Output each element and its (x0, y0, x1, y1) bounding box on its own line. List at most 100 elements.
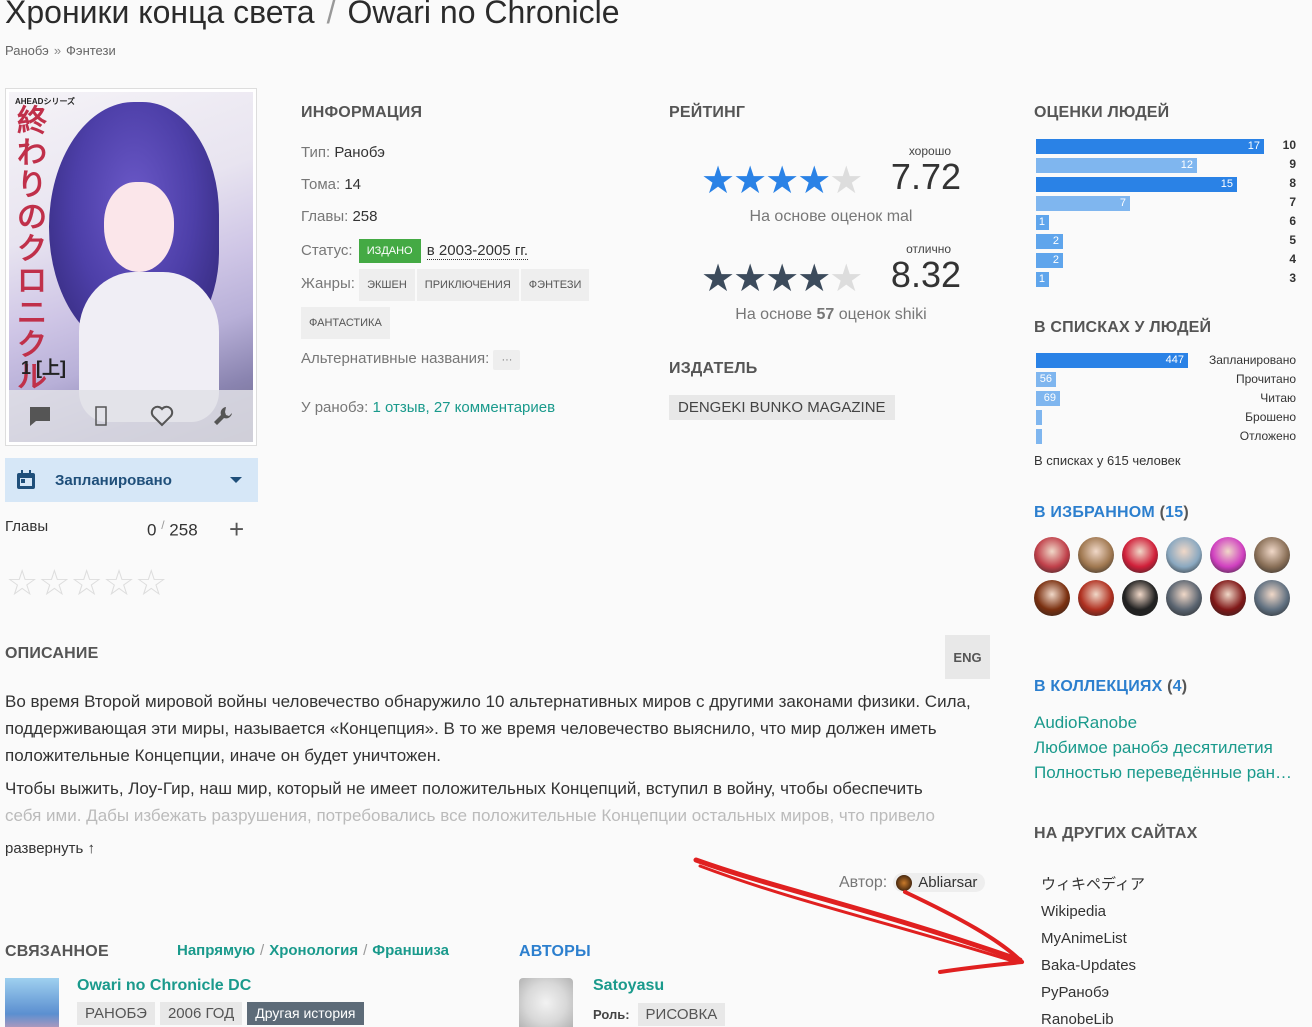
scores-chart: 17 10 12 9 15 8 7 7 1 6 2 5 2 4 1 3 (1034, 137, 1304, 289)
chevron-down-icon[interactable] (230, 477, 242, 483)
avatar[interactable] (1210, 537, 1246, 573)
shiki-score: 8.32 (890, 254, 961, 295)
chapters-progress: Главы 0 / 258 + (5, 514, 258, 544)
page-title: Хроники конца света / Owari no Chronicle (5, 0, 620, 31)
tab-franchise[interactable]: Франшиза (372, 942, 449, 959)
score-row: 24 (1034, 251, 1304, 270)
author-label: Автор: (839, 873, 888, 891)
list-label: Запланировано (1209, 353, 1296, 367)
status-label: Статус: (301, 242, 353, 259)
avatar[interactable] (1254, 580, 1290, 616)
site-link[interactable]: ウィキペディア (1034, 871, 1304, 898)
info-section: Информация Тип: Ранобэ Тома: 14 Главы: 2… (301, 104, 631, 418)
site-link[interactable]: Baka-Updates (1034, 952, 1304, 979)
tab-direct[interactable]: Напрямую (177, 942, 255, 959)
avatar[interactable] (1122, 580, 1158, 616)
list-row: 447 Запланировано (1034, 351, 1304, 370)
reviews-link[interactable]: 1 отзыв (372, 399, 425, 416)
avatar[interactable] (1166, 537, 1202, 573)
related-heading: Связанное (5, 943, 109, 960)
list-label: Читаю (1260, 391, 1296, 405)
avatar[interactable] (1078, 580, 1114, 616)
chapters-label: Главы (5, 518, 49, 535)
avatar[interactable] (1078, 537, 1114, 573)
alt-names-toggle[interactable]: ··· (493, 350, 521, 370)
collection-link[interactable]: Любимое ранобэ десятилетия (1034, 735, 1298, 760)
info-heading: Информация (301, 104, 423, 121)
favourites-avatars (1034, 537, 1304, 616)
related-relation-tag: Другая история (247, 1002, 364, 1025)
list-status-button[interactable]: Запланировано (5, 458, 258, 502)
scores-section: Оценки людей 17 10 12 9 15 8 7 7 1 6 2 5 2 4 1 3 (1034, 104, 1304, 289)
score-row: 15 8 (1034, 175, 1304, 194)
chapters-counter[interactable]: 0 / 258 (147, 518, 198, 541)
avatar[interactable] (1034, 537, 1070, 573)
score-bar: 1 (1036, 272, 1049, 287)
favourites-heading[interactable]: В избранном (15) (1034, 504, 1304, 522)
reviews-prefix: У ранобэ: (301, 399, 369, 416)
genre-tag[interactable]: приключения (416, 269, 519, 301)
avatar[interactable] (1122, 537, 1158, 573)
related-cover[interactable] (5, 978, 59, 1027)
score-row: 17 10 (1034, 137, 1304, 156)
genre-tag[interactable]: экшен (359, 269, 415, 301)
score-row: 77 (1034, 194, 1304, 213)
bookmark-icon[interactable] (87, 402, 115, 430)
breadcrumb-fantasy[interactable]: Фэнтези (66, 43, 116, 58)
volumes-value: 14 (344, 176, 362, 193)
wrench-icon[interactable] (209, 402, 237, 430)
list-row: Брошено (1034, 408, 1304, 427)
mal-rating: ★★★★★ хорошо 7.72 На основе оценок mal (701, 144, 961, 234)
avatar[interactable] (1210, 580, 1246, 616)
comment-icon[interactable] (26, 402, 54, 430)
list-row: 69 Читаю (1034, 389, 1304, 408)
authors-heading[interactable]: Авторы (519, 943, 591, 961)
genre-tag[interactable]: фантастика (301, 307, 390, 339)
poster[interactable]: AHEADシリーズ 終わりのクロニクル 1 [上] (5, 88, 257, 446)
collections-section: В коллекциях (4) AudioRanobe Любимое ран… (1034, 678, 1304, 785)
description-paragraph: Чтобы выжить, Лоу-Гир, наш мир, который … (5, 779, 923, 798)
user-rating-stars[interactable]: ☆☆☆☆☆ (6, 562, 167, 604)
author-link[interactable]: Abliarsar (893, 873, 986, 892)
breadcrumb-ranobe[interactable]: Ранобэ (5, 43, 49, 58)
score-row: 16 (1034, 213, 1304, 232)
publisher-tag-wrap: DENGEKI BUNKO MAGAZINE (669, 395, 895, 420)
publisher-heading: Издатель (669, 360, 758, 377)
chapters-info-label: Главы: (301, 208, 349, 225)
lists-section: В списках у людей 447 Запланировано 56 Проч… (1034, 319, 1304, 468)
score-bar: 12 (1036, 158, 1197, 173)
site-link[interactable]: RanobeLib (1034, 1006, 1304, 1027)
lists-chart: 447 Запланировано 56 Прочитано 69 Читаю Брошен… (1034, 351, 1304, 446)
expand-link[interactable]: развернуть ↑ (5, 840, 95, 857)
increment-chapters-button[interactable]: + (229, 514, 244, 545)
language-toggle-button[interactable]: ENG (945, 635, 990, 679)
publisher-tag[interactable]: DENGEKI BUNKO MAGAZINE (669, 395, 895, 420)
collection-link[interactable]: AudioRanobe (1034, 710, 1298, 735)
list-label: Брошено (1245, 410, 1296, 424)
scores-heading: Оценки людей (1034, 104, 1170, 121)
avatar[interactable] (1034, 580, 1070, 616)
site-link[interactable]: MyAnimeList (1034, 925, 1304, 952)
genre-tag[interactable]: фэнтези (520, 269, 590, 301)
title-ru: Хроники конца света (5, 0, 315, 30)
description-paragraph-faded: себя ими. Дабы избежать разрушения, потр… (5, 806, 935, 825)
score-bar: 7 (1036, 196, 1130, 211)
score-bar: 2 (1036, 234, 1063, 249)
site-link[interactable]: РуРанобэ (1034, 979, 1304, 1006)
title-en: Owari no Chronicle (347, 0, 620, 30)
collections-heading[interactable]: В коллекциях (4) (1034, 678, 1304, 696)
avatar[interactable] (1254, 537, 1290, 573)
heart-icon[interactable] (148, 402, 176, 430)
avatar[interactable] (1166, 580, 1202, 616)
author-name-link[interactable]: Satoyasu (593, 977, 664, 995)
site-link[interactable]: Wikipedia (1034, 898, 1304, 925)
status-period[interactable]: в 2003-2005 гг. (426, 242, 529, 260)
related-title-link[interactable]: Owari no Chronicle DC (77, 977, 251, 995)
comments-link[interactable]: 27 комментариев (434, 399, 555, 416)
list-bar: 447 (1036, 353, 1188, 368)
author-avatar[interactable] (519, 978, 573, 1027)
description-author: Автор: Abliarsar (839, 873, 986, 892)
score-label: 5 (1289, 233, 1296, 247)
tab-chronology[interactable]: Хронология (269, 942, 358, 959)
collection-link[interactable]: Полностью переведённые ранобэ (1034, 760, 1298, 785)
